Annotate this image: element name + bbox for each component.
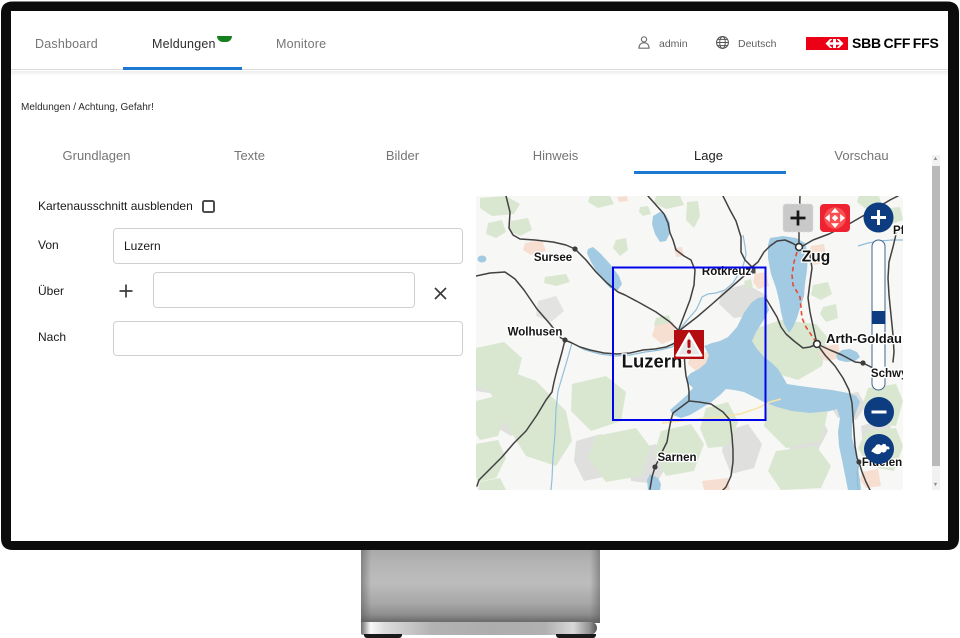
svg-text:Luzern: Luzern bbox=[622, 351, 683, 372]
svg-text:Wolhusen: Wolhusen bbox=[508, 327, 563, 339]
svg-text:Sursee: Sursee bbox=[534, 252, 572, 264]
svg-text:Sarnen: Sarnen bbox=[658, 452, 697, 464]
svg-text:Pf: Pf bbox=[893, 225, 903, 237]
svg-text:Arth-Goldau: Arth-Goldau bbox=[826, 331, 902, 346]
svg-text:Zug: Zug bbox=[802, 249, 830, 266]
svg-text:Schwyz: Schwyz bbox=[871, 368, 903, 380]
